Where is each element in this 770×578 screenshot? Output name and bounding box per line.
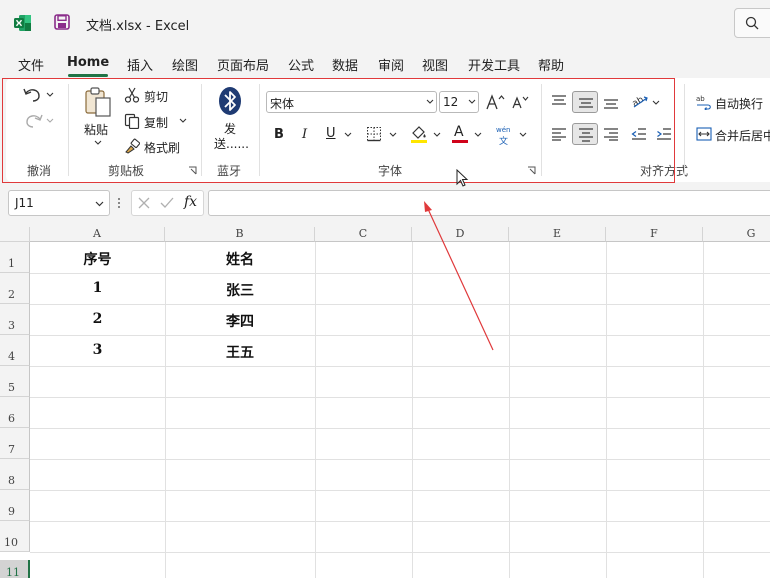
gridline [30,397,770,398]
merge-center-label[interactable]: 合并后居中 [715,127,770,144]
enter-check-icon[interactable] [159,196,175,210]
chevron-down-icon[interactable] [95,201,104,207]
wrap-text-label[interactable]: 自动换行 [715,95,763,112]
annotation-highlight-box [2,78,675,183]
gridline [30,366,770,367]
tab-view[interactable]: 视图 [422,55,448,74]
tab-page-layout[interactable]: 页面布局 [217,55,269,74]
formula-input[interactable] [208,190,770,216]
column-header-f[interactable]: F [606,227,703,242]
more-options-icon[interactable] [117,197,121,209]
row-header-8[interactable]: 8 [0,459,30,490]
ribbon-tabs: 文件 Home 插入 绘图 页面布局 公式 数据 审阅 视图 开发工具 帮助 [0,48,770,76]
row-header-4[interactable]: 4 [0,335,30,366]
search-icon [745,16,759,30]
row-number: 9 [8,505,15,518]
cell-b4[interactable]: 王五 [165,342,315,362]
gridline [30,273,770,274]
gridline [30,335,770,336]
row-number: 8 [8,474,15,487]
row-number: 1 [8,257,15,270]
row-header-10[interactable]: 10 [0,521,30,552]
gridline [315,242,316,578]
column-header-d[interactable]: D [412,227,509,242]
name-box[interactable]: J11 [8,190,110,216]
title-bar: 文档.xlsx - Excel [0,0,770,48]
gridline [30,304,770,305]
row-number: 4 [8,350,15,363]
row-number: 10 [4,536,18,549]
gridline [30,428,770,429]
name-box-value: J11 [15,196,34,210]
cancel-icon[interactable] [137,196,151,210]
row-header-3[interactable]: 3 [0,304,30,335]
row-number: 3 [8,319,15,332]
active-tab-indicator [68,74,108,77]
merge-center-icon[interactable] [696,127,712,141]
gridline [30,490,770,491]
row-number: 5 [8,381,15,394]
cell-a1[interactable]: 序号 [30,249,165,269]
window-title: 文档.xlsx - Excel [86,19,190,34]
mouse-cursor-icon [456,169,469,187]
tab-file[interactable]: 文件 [18,55,44,74]
tab-formulas[interactable]: 公式 [288,55,314,74]
cell-a4[interactable]: 3 [30,342,165,358]
row-header-2[interactable]: 2 [0,273,30,304]
row-number: 11 [6,566,20,578]
search-box[interactable] [734,8,770,38]
row-header-11-selected[interactable]: 11 [0,560,30,578]
gridline [30,552,770,553]
tab-home[interactable]: Home [67,55,109,70]
tab-insert[interactable]: 插入 [127,55,153,74]
column-header-c[interactable]: C [315,227,412,242]
cell-a2[interactable]: 1 [30,280,165,296]
row-number: 6 [8,412,15,425]
gridline [606,242,607,578]
cell-b1[interactable]: 姓名 [165,249,315,269]
formula-buttons: fx [131,190,204,216]
tab-data[interactable]: 数据 [332,55,358,74]
tab-review[interactable]: 审阅 [378,55,404,74]
row-header-7[interactable]: 7 [0,428,30,459]
gridline [703,242,704,578]
column-header-a[interactable]: A [30,227,165,242]
row-header-9[interactable]: 9 [0,490,30,521]
column-header-g[interactable]: G [703,227,770,242]
column-header-b[interactable]: B [165,227,315,242]
excel-logo-icon [14,15,31,31]
tab-draw[interactable]: 绘图 [172,55,198,74]
cell-b3[interactable]: 李四 [165,311,315,331]
row-header-1[interactable]: 1 [0,242,30,273]
row-number: 2 [8,288,15,301]
row-header-6[interactable]: 6 [0,397,30,428]
select-all-corner[interactable] [0,227,30,242]
cell-b2[interactable]: 张三 [165,280,315,300]
gridline [30,459,770,460]
row-number: 7 [8,443,15,456]
save-icon[interactable] [54,14,70,30]
insert-function-button[interactable]: fx [184,194,197,210]
gridline [509,242,510,578]
group-divider [684,84,685,176]
tab-help[interactable]: 帮助 [538,55,564,74]
column-header-e[interactable]: E [509,227,606,242]
cell-a3[interactable]: 2 [30,311,165,327]
tab-developer[interactable]: 开发工具 [468,55,520,74]
gridline [412,242,413,578]
gridline [30,521,770,522]
svg-text:ab: ab [696,95,705,103]
row-header-5[interactable]: 5 [0,366,30,397]
wrap-text-icon[interactable]: ab [696,94,712,110]
